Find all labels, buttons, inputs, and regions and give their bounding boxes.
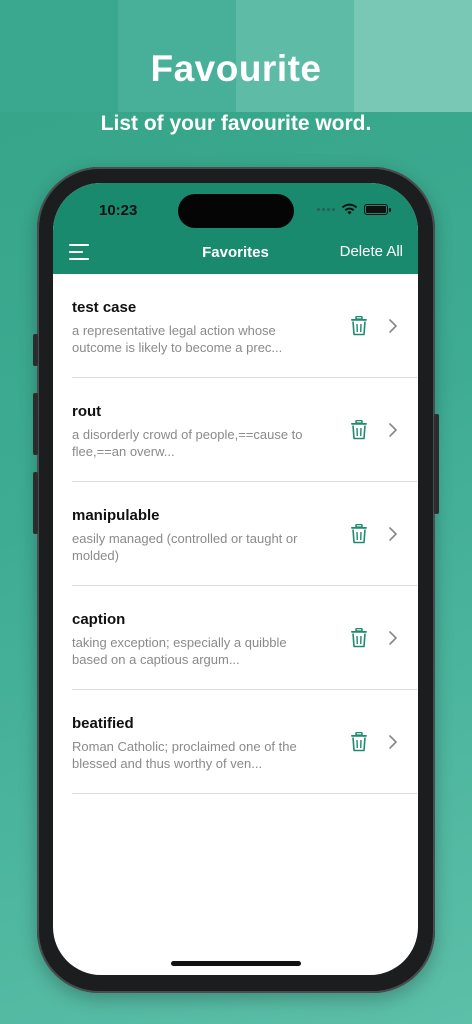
word-title: caption: [72, 611, 126, 628]
word-definition: a disorderly crowd of people,==cause to …: [72, 427, 303, 459]
dynamic-island: [178, 194, 294, 228]
trash-icon: [351, 315, 367, 336]
list-item[interactable]: rout a disorderly crowd of people,==caus…: [72, 378, 417, 482]
signal-dots-icon: [317, 207, 335, 211]
trash-icon: [351, 731, 367, 752]
word-title: beatified: [72, 715, 134, 732]
word-title: test case: [72, 299, 137, 316]
word-definition: a representative legal action whose outc…: [72, 323, 283, 355]
trash-icon: [351, 523, 367, 544]
word-title: rout: [72, 403, 102, 420]
status-time: 10:23: [99, 202, 138, 219]
favorites-list: test case a representative legal action …: [53, 274, 418, 794]
trash-icon: [351, 419, 367, 440]
chevron-right-icon[interactable]: [388, 734, 398, 750]
list-item[interactable]: test case a representative legal action …: [72, 274, 417, 378]
chevron-right-icon[interactable]: [388, 630, 398, 646]
delete-item-button[interactable]: [350, 731, 368, 752]
wifi-icon: [341, 203, 358, 215]
delete-item-button[interactable]: [350, 419, 368, 440]
chevron-right-icon[interactable]: [388, 526, 398, 542]
battery-icon: [364, 203, 391, 215]
word-definition: easily managed (controlled or taught or …: [72, 531, 298, 563]
trash-icon: [351, 627, 367, 648]
power-button: [434, 414, 439, 514]
delete-item-button[interactable]: [350, 315, 368, 336]
home-indicator[interactable]: [171, 961, 301, 966]
delete-item-button[interactable]: [350, 523, 368, 544]
promo-subtitle: List of your favourite word.: [100, 112, 372, 135]
volume-down-button: [33, 472, 38, 534]
chevron-right-icon[interactable]: [388, 318, 398, 334]
word-definition: taking exception; especially a quibble b…: [72, 635, 287, 667]
silent-switch: [33, 334, 38, 366]
word-title: manipulable: [72, 507, 160, 524]
nav-bar: Favorites Delete All: [53, 231, 418, 274]
delete-item-button[interactable]: [350, 627, 368, 648]
chevron-right-icon[interactable]: [388, 422, 398, 438]
list-item[interactable]: caption taking exception; especially a q…: [72, 586, 417, 690]
promo-title: Favourite: [150, 48, 322, 89]
delete-all-button[interactable]: Delete All: [340, 243, 403, 260]
list-item[interactable]: beatified Roman Catholic; proclaimed one…: [72, 690, 417, 794]
status-icons: [317, 203, 391, 215]
volume-up-button: [33, 393, 38, 455]
list-item[interactable]: manipulable easily managed (controlled o…: [72, 482, 417, 586]
word-definition: Roman Catholic; proclaimed one of the bl…: [72, 739, 297, 771]
phone-screen: 10:23 Favorites Delete All test case a r…: [53, 183, 418, 975]
